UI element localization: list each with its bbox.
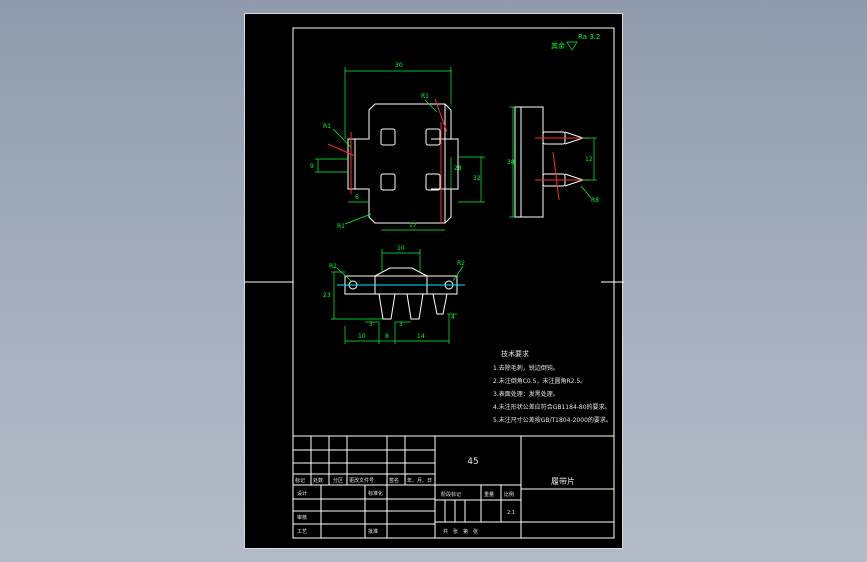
tech-requirements: 技术要求 1.去除毛刺，锐边倒钝。 2.未注倒角C0.5，未注圆角R2.5。 3… <box>493 349 612 424</box>
header-signature: 签名 <box>389 477 399 484</box>
weight-label: 重量 <box>484 491 494 498</box>
scale-value: 2:1 <box>507 510 515 516</box>
tech-req-item: 4.未注形状公差应符合GB1184-80的要求。 <box>493 403 611 411</box>
dim-front-a: 10 <box>358 333 366 340</box>
tech-req-item: 1.去除毛刺，锐边倒钝。 <box>493 364 559 372</box>
dim-front-width: 10 <box>397 245 405 252</box>
top-view: 30 17 6 9 32 28 R1 R1 R1 <box>310 62 485 231</box>
dim-top-width: 30 <box>395 62 403 69</box>
dim-top-right: 28 <box>454 165 462 172</box>
process-label: 工艺 <box>297 529 307 535</box>
tech-req-title: 技术要求 <box>501 349 529 358</box>
material-text: 45 <box>467 457 478 467</box>
roughness-value: Ra 3.2 <box>578 33 600 41</box>
approve-label: 批准 <box>368 528 378 535</box>
dim-front-b: 8 <box>385 333 389 340</box>
tech-req-item: 3.表面处理：发黑处理。 <box>493 390 559 398</box>
r-front-left: R2 <box>329 263 337 270</box>
dim-side-height: 38 <box>507 159 515 166</box>
dim-front-c: 14 <box>417 333 425 340</box>
header-change-doc: 更改文件号 <box>349 477 374 484</box>
stage-mark-label: 阶段标记 <box>441 491 461 498</box>
dim-front-d: 3 <box>369 321 373 328</box>
dim-top-inner: 17 <box>409 222 417 229</box>
tech-req-item: 2.未注倒角C0.5，未注圆角R2.5。 <box>493 377 586 385</box>
engineering-drawing: 其余 Ra 3.2 30 17 6 9 32 28 R1 R1 R1 38 12… <box>245 27 624 539</box>
dim-front-f: 4 <box>451 314 455 321</box>
r-side: R8 <box>591 197 599 204</box>
r-front-right: R2 <box>457 260 465 267</box>
scale-label: 比例 <box>504 491 514 498</box>
front-view: 10 23 10 8 14 3 3 4 R2 R2 <box>323 245 465 344</box>
dim-front-height: 23 <box>323 292 331 299</box>
tech-req-item: 5.未注尺寸公差按GB/T1804-2000的要求。 <box>493 416 612 424</box>
inner-frame <box>292 27 615 539</box>
design-label: 设计 <box>297 490 307 497</box>
dim-top-left: 6 <box>355 194 359 201</box>
roughness-symbol <box>566 41 578 51</box>
header-zone: 分区 <box>333 477 343 484</box>
review-label: 审核 <box>297 514 307 521</box>
r-top-left: R1 <box>323 123 331 130</box>
standardize-label: 标准化 <box>368 490 383 497</box>
header-count: 处数 <box>313 477 323 484</box>
r-top-right: R1 <box>421 93 429 100</box>
title-block: 45 履带片 标记 处数 分区 更改文件号 签名 年、月、日 设计 标准化 阶段… <box>292 435 615 539</box>
dim-side-right: 12 <box>585 156 593 163</box>
side-view: 38 12 R8 <box>507 106 599 218</box>
drawing-sheet: 其余 Ra 3.2 30 17 6 9 32 28 R1 R1 R1 38 12… <box>244 13 624 549</box>
r-bottom-left: R1 <box>337 223 345 230</box>
dim-top-small: 9 <box>310 163 314 170</box>
dim-front-e: 3 <box>399 321 403 328</box>
roughness-label: 其余 <box>551 41 565 50</box>
header-mark: 标记 <box>295 477 305 484</box>
dim-top-height: 32 <box>473 175 481 182</box>
sheets-label: 共 张 第 张 <box>443 528 478 535</box>
part-name-text: 履带片 <box>551 476 575 486</box>
header-date: 年、月、日 <box>407 477 432 484</box>
